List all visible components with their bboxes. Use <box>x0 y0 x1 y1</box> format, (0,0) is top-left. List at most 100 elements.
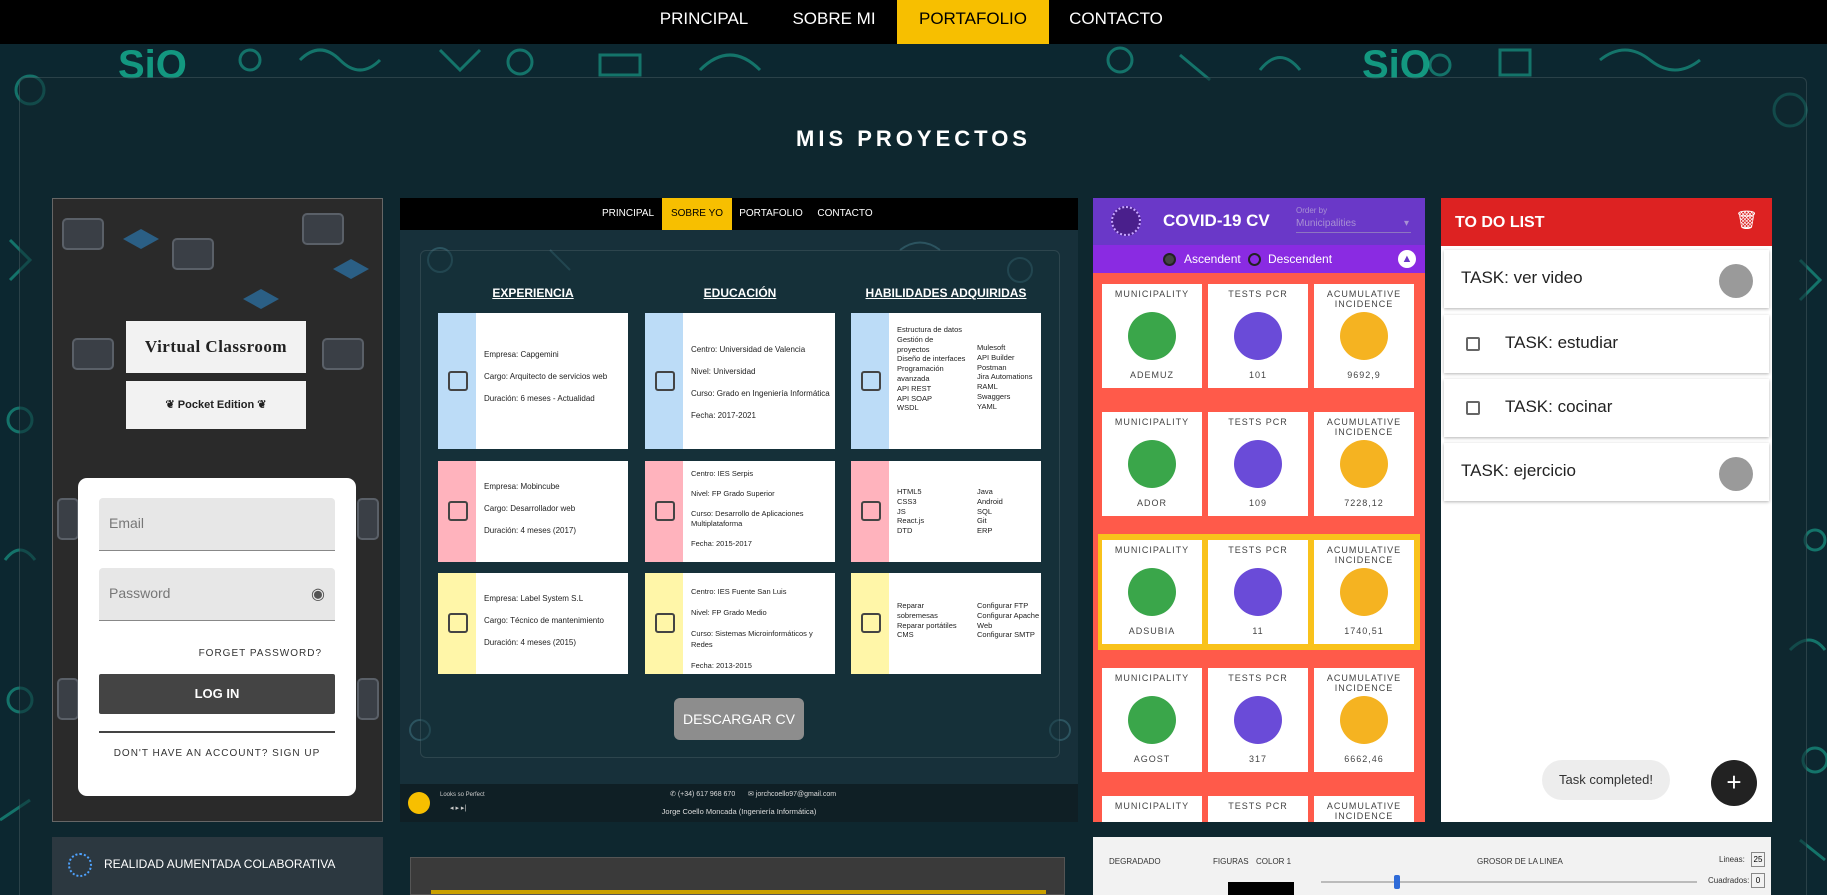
virus-icon <box>1111 206 1141 236</box>
virus-icon <box>1340 440 1388 488</box>
login-button[interactable]: LOG IN <box>99 674 335 714</box>
experience-header: EXPERIENCIA <box>492 286 574 300</box>
education-item: Centro: IES Serpis Nivel: FP Grado Superi… <box>645 461 835 562</box>
grosor-label: GROSOR DE LA LINEA <box>1477 857 1563 866</box>
collapse-icon[interactable]: ▲ <box>1398 250 1416 268</box>
task-item[interactable]: TASK: ejercicio <box>1444 443 1769 501</box>
cv-nav-contacto[interactable]: CONTACTO <box>810 198 880 230</box>
task-item[interactable]: TASK: cocinar <box>1444 379 1769 437</box>
footer-name: Jorge Coello Moncada (Ingeniería Informá… <box>661 807 817 816</box>
cv-nav-sobre-yo[interactable]: SOBRE YO <box>662 198 732 230</box>
covid-col-label: MUNICIPALITY <box>1114 417 1190 427</box>
map-pin-icon <box>1128 312 1176 360</box>
covid-cell: TESTS PCR <box>1208 796 1308 822</box>
network-icon <box>68 853 92 877</box>
experience-item: Empresa: Label System S.L Cargo: Técnico … <box>438 573 628 674</box>
covid-cell: TESTS PCR 109 <box>1208 412 1308 516</box>
covid-value: 6662,46 <box>1344 754 1384 764</box>
task-checkbox[interactable] <box>1466 401 1480 415</box>
grosor-slider[interactable] <box>1321 881 1697 883</box>
covid-cell: ACUMULATIVE INCIDENCE 7228,12 <box>1314 412 1414 516</box>
nav-sobre-mi[interactable]: SOBRE MI <box>782 0 886 44</box>
trash-icon[interactable]: 🗑 <box>1735 210 1758 231</box>
covid-row: MUNICIPALITY ADEMUZ TESTS PCR 101 ACUMULATIV… <box>1098 278 1420 394</box>
login-form: Email Password ◉ FORGET PASSWORD? LOG IN… <box>78 478 356 796</box>
cuadrados-label: Cuadrados: <box>1708 876 1750 885</box>
lineas-input[interactable]: 25 <box>1751 852 1765 867</box>
covid-cell: ACUMULATIVE INCIDENCE <box>1314 796 1414 822</box>
delete-task-icon[interactable] <box>1719 457 1753 491</box>
project-card-covid[interactable]: COVID-19 CV Order by Municipalities ▾ Asc… <box>1093 198 1425 822</box>
desc-label: Descendent <box>1268 252 1333 266</box>
project-card-ar[interactable]: REALIDAD AUMENTADA COLABORATIVA <box>52 837 383 895</box>
divider <box>99 731 335 733</box>
covid-cell: MUNICIPALITY ADSUBIA <box>1102 540 1202 644</box>
covid-row-partial: MUNICIPALITY TESTS PCR ACUMULATIVE INCIDEN… <box>1098 790 1420 822</box>
add-task-button[interactable]: + <box>1711 760 1757 806</box>
map-pin-icon <box>1128 696 1176 744</box>
computer-repair-icon <box>861 613 881 633</box>
signup-link[interactable]: DON'T HAVE AN ACCOUNT? SIGN UP <box>78 748 356 759</box>
covid-cell: MUNICIPALITY ADEMUZ <box>1102 284 1202 388</box>
project-card-todo[interactable]: TO DO LIST 🗑 TASK: ver video TASK: estud… <box>1441 198 1772 822</box>
experience-item: Empresa: Capgemini Cargo: Arquitecto de s… <box>438 313 628 449</box>
covid-value: 101 <box>1248 370 1268 380</box>
nav-principal[interactable]: PRINCIPAL <box>648 0 760 44</box>
task-text: TASK: estudiar <box>1505 333 1619 352</box>
email-field[interactable]: Email <box>99 498 335 551</box>
cv-nav-portafolio[interactable]: PORTAFOLIO <box>736 198 806 230</box>
download-cv-button[interactable]: DESCARGAR CV <box>674 698 804 740</box>
task-item[interactable]: TASK: ver video <box>1444 250 1769 308</box>
covid-row: MUNICIPALITY AGOST TESTS PCR 317 ACUMULATIVE… <box>1098 662 1420 778</box>
degradado-label: DEGRADADO <box>1109 857 1161 866</box>
nav-portafolio[interactable]: PORTAFOLIO <box>897 0 1049 44</box>
order-select[interactable]: Municipalities ▾ <box>1296 218 1411 233</box>
figuras-label: FIGURAS <box>1213 857 1249 866</box>
todo-header: TO DO LIST 🗑 <box>1441 198 1772 246</box>
covid-header: COVID-19 CV Order by Municipalities ▾ <box>1093 198 1425 245</box>
nav-contacto[interactable]: CONTACTO <box>1060 0 1172 44</box>
password-field[interactable]: Password ◉ <box>99 568 335 621</box>
covid-value: 1740,51 <box>1344 626 1384 636</box>
covid-col-label: MUNICIPALITY <box>1114 289 1190 299</box>
classroom-subtitle-text: Pocket Edition <box>177 399 255 411</box>
covid-col-label: ACUMULATIVE INCIDENCE <box>1326 545 1402 565</box>
slider-handle[interactable] <box>1394 875 1400 889</box>
nose-swab-icon <box>1234 440 1282 488</box>
covid-cell: ACUMULATIVE INCIDENCE 9692,9 <box>1314 284 1414 388</box>
project-card-game[interactable] <box>410 857 1065 895</box>
covid-value: 9692,9 <box>1347 370 1381 380</box>
project-card-paint[interactable]: DEGRADADO FIGURAS COLOR 1 GROSOR DE LA L… <box>1093 837 1771 895</box>
store-icon <box>448 613 468 633</box>
virus-icon <box>1340 568 1388 616</box>
color1-label: COLOR 1 <box>1256 857 1292 866</box>
asc-radio[interactable] <box>1163 253 1176 266</box>
footer-email: ✉ jorchcoello97@gmail.com <box>748 791 837 798</box>
code-icon <box>861 501 881 521</box>
office-icon <box>448 501 468 521</box>
cv-navbar: PRINCIPAL SOBRE YO PORTAFOLIO CONTACTO <box>400 198 1078 230</box>
skills-header: HABILIDADES ADQUIRIDAS <box>865 286 1027 300</box>
cv-nav-principal[interactable]: PRINCIPAL <box>598 198 658 230</box>
covid-col-label: TESTS PCR <box>1228 545 1288 555</box>
covid-cell: MUNICIPALITY ADOR <box>1102 412 1202 516</box>
delete-task-icon[interactable] <box>1719 264 1753 298</box>
phone-icon: ✆ <box>670 791 678 798</box>
covid-col-label: MUNICIPALITY <box>1114 545 1190 555</box>
asc-label: Ascendent <box>1184 252 1241 266</box>
laurel-icon-right: ❦ <box>254 399 267 411</box>
nose-swab-icon <box>1234 312 1282 360</box>
color1-swatch[interactable] <box>1228 882 1294 895</box>
project-card-cv-web[interactable]: PRINCIPAL SOBRE YO PORTAFOLIO CONTACTO E… <box>400 198 1078 822</box>
eye-icon[interactable]: ◉ <box>311 584 325 604</box>
classroom-title: Virtual Classroom <box>126 321 306 373</box>
task-checkbox[interactable] <box>1466 337 1480 351</box>
task-item[interactable]: TASK: estudiar <box>1444 315 1769 373</box>
desc-radio[interactable] <box>1248 253 1261 266</box>
covid-col-label: TESTS PCR <box>1228 289 1288 299</box>
project-card-virtual-classroom[interactable]: Virtual Classroom ❦ Pocket Edition ❦ Ema… <box>52 198 383 822</box>
education-item: Centro: Universidad de Valencia Nivel: Un… <box>645 313 835 449</box>
covid-col-label: ACUMULATIVE INCIDENCE <box>1326 417 1402 437</box>
cuadrados-input[interactable]: 0 <box>1751 873 1765 888</box>
forget-password-link[interactable]: FORGET PASSWORD? <box>199 648 322 659</box>
